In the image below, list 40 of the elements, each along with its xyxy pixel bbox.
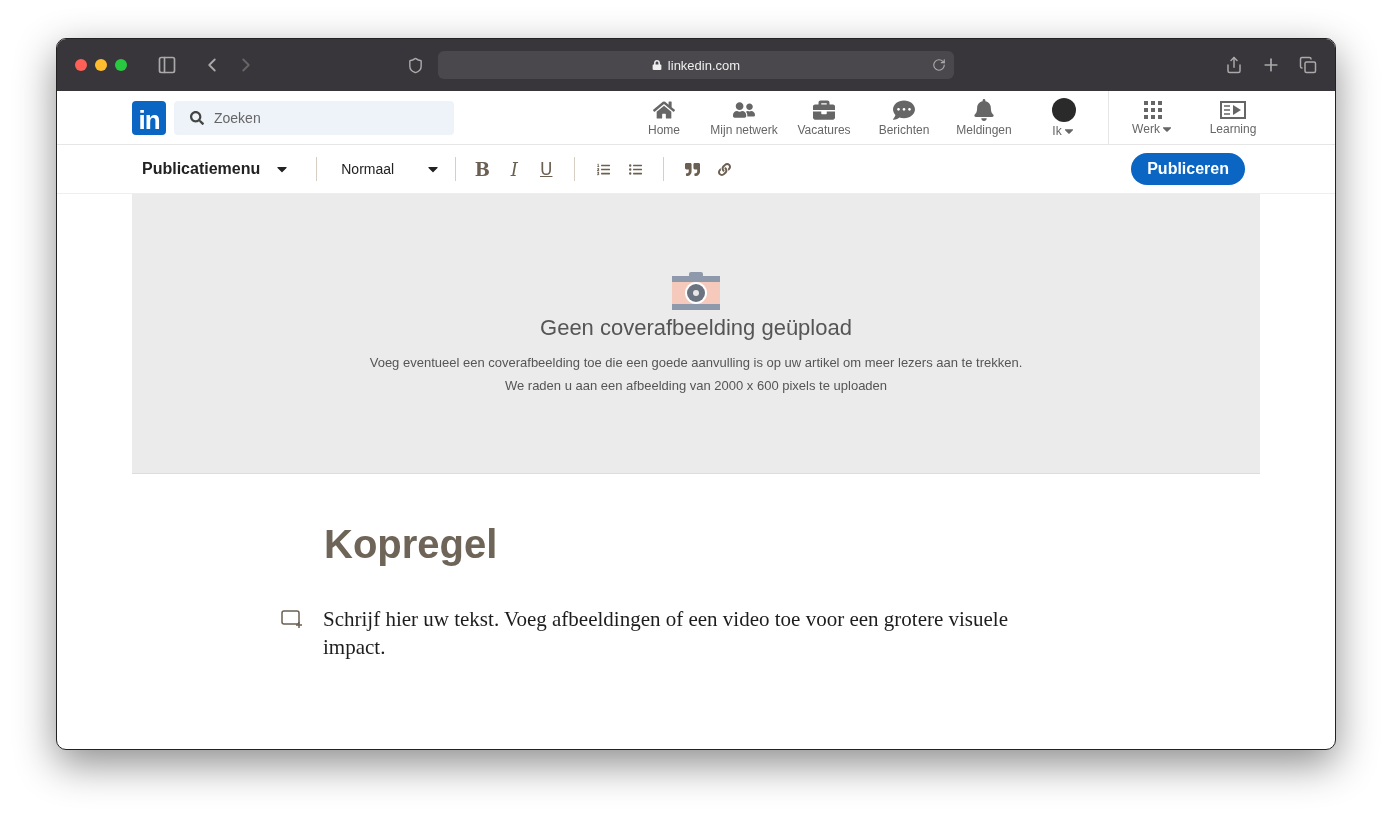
underline-button[interactable]: U <box>530 159 563 179</box>
style-dropdown[interactable]: Normaal <box>337 161 446 177</box>
nav-item[interactable]: Ik <box>1024 97 1104 138</box>
search-icon <box>190 110 204 125</box>
url-text: linkedin.com <box>667 57 741 73</box>
reload-icon[interactable] <box>932 58 946 72</box>
avatar <box>1052 97 1076 122</box>
logo[interactable]: in <box>132 100 166 135</box>
search-field[interactable]: Zoeken <box>174 100 454 135</box>
camera-icon <box>671 270 721 311</box>
minimize-button[interactable] <box>95 59 107 71</box>
cover-title: Geen coverafbeelding geüpload <box>540 314 852 341</box>
italic-button[interactable]: I <box>498 158 531 180</box>
share-icon[interactable] <box>1225 56 1243 74</box>
nav-item[interactable]: Vacatures <box>784 98 864 137</box>
grid-icon <box>1143 99 1163 120</box>
video-icon <box>1220 99 1246 120</box>
zoom-button[interactable] <box>115 59 127 71</box>
publication-menu[interactable]: Publicatiemenu <box>142 160 307 178</box>
tabs-icon[interactable] <box>1299 56 1317 74</box>
add-media-icon[interactable] <box>281 609 303 629</box>
nav-item[interactable]: Home <box>624 98 704 137</box>
cover-hint: We raden u aan een afbeelding van 2000 x 600 pixels te uploaden <box>504 376 888 395</box>
publish-button[interactable]: Publiceren <box>1131 153 1245 185</box>
home-icon <box>653 98 675 121</box>
lock-icon <box>651 60 662 70</box>
bold-button[interactable]: B <box>466 158 499 180</box>
briefcase-icon <box>813 98 835 121</box>
nav-item[interactable]: Werk <box>1113 99 1193 136</box>
speech-bubble-icon <box>893 98 915 121</box>
address-bar[interactable]: linkedin.com <box>438 51 954 79</box>
bell-icon <box>973 98 995 121</box>
sidebar-icon[interactable] <box>157 55 177 75</box>
close-button[interactable] <box>75 59 87 71</box>
shield-icon[interactable] <box>407 56 424 74</box>
nav-item[interactable]: Meldingen <box>944 98 1024 137</box>
cover-hint: Voeg eventueel een coverafbeelding toe die een goede aanvulling is op uw artikel om meer lezers aan te trekken. <box>369 353 1023 372</box>
nav-item[interactable]: Mijn netwerk <box>704 98 784 137</box>
nav-item[interactable]: Learning <box>1193 99 1273 136</box>
nav-item[interactable]: Berichten <box>864 98 944 137</box>
